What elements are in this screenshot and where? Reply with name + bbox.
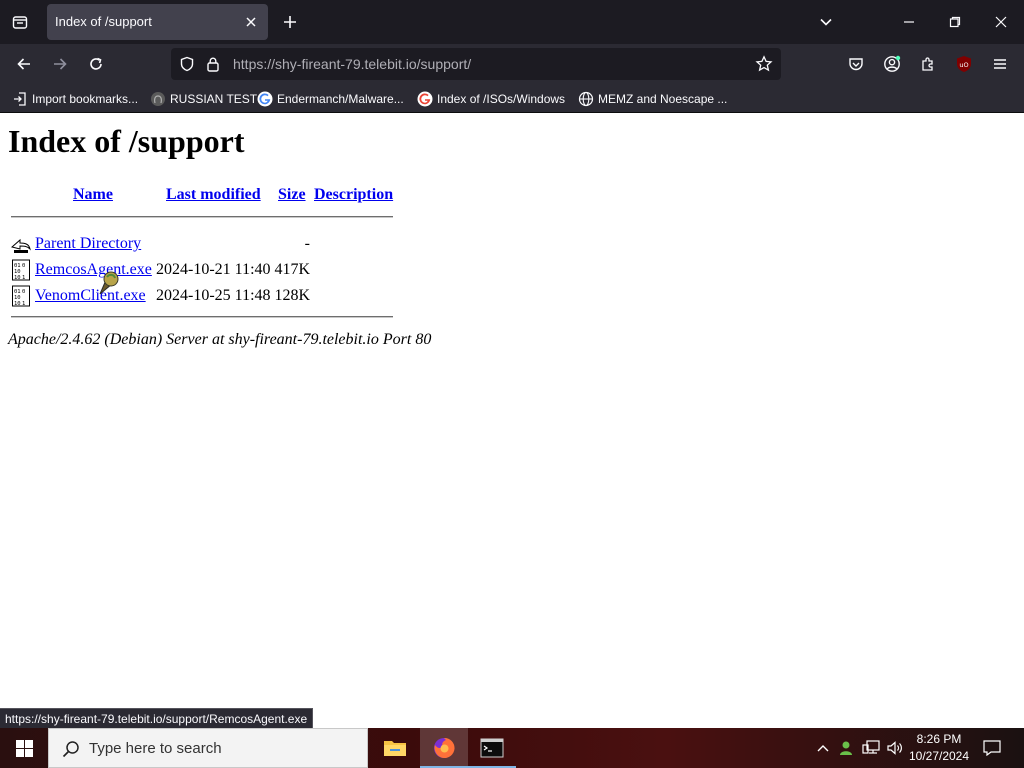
ublock-origin-icon[interactable]: uO — [950, 50, 978, 78]
svg-text:uO: uO — [959, 61, 968, 69]
close-window-icon[interactable] — [978, 0, 1024, 44]
link-status-tooltip: https://shy-fireant-79.telebit.io/suppor… — [0, 708, 314, 728]
google-icon — [417, 91, 433, 107]
google-icon — [257, 91, 273, 107]
server-signature: Apache/2.4.62 (Debian) Server at shy-fir… — [8, 331, 432, 348]
terminal-icon[interactable] — [468, 728, 516, 768]
user-tray-icon[interactable] — [836, 728, 856, 768]
reload-icon[interactable] — [82, 50, 110, 78]
file-size: - — [304, 235, 310, 252]
address-bar[interactable]: https://shy-fireant-79.telebit.io/suppor… — [171, 48, 781, 80]
bookmark-label: Import bookmarks... — [32, 92, 139, 106]
firefox-taskbar-icon[interactable] — [420, 728, 468, 768]
bookmark-label: RUSSIAN TEST — [170, 92, 258, 106]
bookmark-russian-test[interactable]: RUSSIAN TEST — [150, 89, 257, 109]
notifications-icon[interactable] — [980, 728, 1004, 768]
svg-text:10: 10 — [14, 301, 21, 307]
page-content: Index of /support Name Last modified Siz… — [0, 113, 1024, 728]
svg-text:0: 0 — [22, 263, 25, 269]
page-title: Index of /support — [8, 123, 245, 159]
import-icon — [14, 92, 26, 106]
file-modified: 2024-10-21 11:40 — [156, 261, 271, 278]
file-size: 417K — [274, 261, 310, 278]
taskbar-search-box[interactable]: Type here to search — [48, 728, 368, 768]
column-header-description[interactable]: Description — [314, 186, 393, 204]
restore-icon[interactable] — [932, 0, 978, 44]
search-icon — [62, 741, 79, 758]
search-placeholder: Type here to search — [89, 740, 222, 757]
url-path: /support/ — [416, 56, 472, 72]
chevron-down-icon[interactable] — [814, 10, 838, 34]
divider — [11, 316, 393, 318]
file-size: 128K — [274, 287, 310, 304]
bookmarks-toolbar: Import bookmarks... RUSSIAN TEST Enderma… — [0, 84, 1024, 113]
column-header-name[interactable]: Name — [73, 186, 113, 204]
windows-taskbar: Type here to search 8:26 PM 10/27/2024 — [0, 728, 1024, 768]
bookmark-import[interactable]: Import bookmarks... — [12, 89, 138, 109]
show-hidden-icons-icon[interactable] — [814, 728, 832, 768]
tracking-protection-shield-icon[interactable] — [179, 56, 195, 76]
new-tab-icon[interactable] — [278, 10, 302, 34]
svg-text:10: 10 — [14, 275, 21, 281]
forward-icon[interactable] — [46, 50, 74, 78]
file-explorer-icon[interactable] — [371, 728, 419, 768]
table-row: Parent Directory - — [0, 231, 420, 255]
tab-bar: Index of /support — [0, 0, 1024, 44]
taskbar-clock[interactable]: 8:26 PM 10/27/2024 — [904, 731, 974, 765]
url-host: https://shy-fireant-79.telebit.io — [233, 56, 417, 72]
file-link[interactable]: RemcosAgent.exe — [35, 261, 152, 279]
navigation-toolbar: https://shy-fireant-79.telebit.io/suppor… — [0, 44, 1024, 84]
table-row: 01 0 10 10 1 RemcosAgent.exe 2024-10-21 11:4… — [0, 257, 420, 281]
file-link[interactable]: VenomClient.exe — [35, 287, 146, 305]
divider — [11, 216, 393, 218]
animated-cursor-icon — [99, 271, 119, 295]
svg-text:1: 1 — [22, 275, 25, 281]
bookmark-label: MEMZ and Noescape ... — [598, 92, 728, 106]
tab-title: Index of /support — [55, 14, 152, 29]
bookmark-label: Endermanch/Malware... — [277, 92, 404, 106]
clock-date: 10/27/2024 — [908, 749, 970, 763]
network-icon[interactable] — [860, 728, 882, 768]
clock-time: 8:26 PM — [916, 732, 962, 746]
tab-index-support[interactable]: Index of /support — [47, 4, 268, 40]
svg-text:1: 1 — [22, 301, 25, 307]
file-link[interactable]: Parent Directory — [35, 235, 141, 253]
pocket-icon[interactable] — [842, 50, 870, 78]
back-icon[interactable] — [10, 50, 38, 78]
minimize-icon[interactable] — [886, 0, 932, 44]
bookmark-index-isos[interactable]: Index of /ISOs/Windows — [417, 89, 565, 109]
table-row: 01 0 10 10 1 VenomClient.exe 2024-10-25 11:4… — [0, 283, 420, 307]
file-modified: 2024-10-25 11:48 — [156, 287, 271, 304]
lock-icon[interactable] — [206, 56, 220, 76]
binary-file-icon: 01 01010 1 — [12, 259, 30, 281]
binary-file-icon: 01 01010 1 — [12, 285, 30, 307]
back-folder-icon — [11, 238, 31, 253]
windows-start-icon[interactable] — [0, 728, 48, 768]
github-icon — [151, 92, 165, 106]
bookmark-star-icon[interactable] — [755, 55, 773, 77]
account-icon[interactable] — [878, 50, 906, 78]
column-header-size[interactable]: Size — [278, 186, 306, 204]
column-header-last-modified[interactable]: Last modified — [166, 186, 261, 204]
svg-text:0: 0 — [22, 289, 25, 295]
url-text[interactable]: https://shy-fireant-79.telebit.io/suppor… — [233, 56, 471, 72]
globe-icon — [578, 91, 594, 107]
hamburger-menu-icon[interactable] — [986, 50, 1014, 78]
firefox-view-icon[interactable] — [6, 8, 34, 36]
volume-icon[interactable] — [884, 728, 906, 768]
bookmark-memz[interactable]: MEMZ and Noescape ... — [578, 89, 727, 109]
close-tab-icon[interactable] — [240, 11, 262, 33]
bookmark-label: Index of /ISOs/Windows — [437, 92, 566, 106]
extensions-icon[interactable] — [914, 50, 942, 78]
bookmark-endermanch[interactable]: Endermanch/Malware... — [257, 89, 404, 109]
